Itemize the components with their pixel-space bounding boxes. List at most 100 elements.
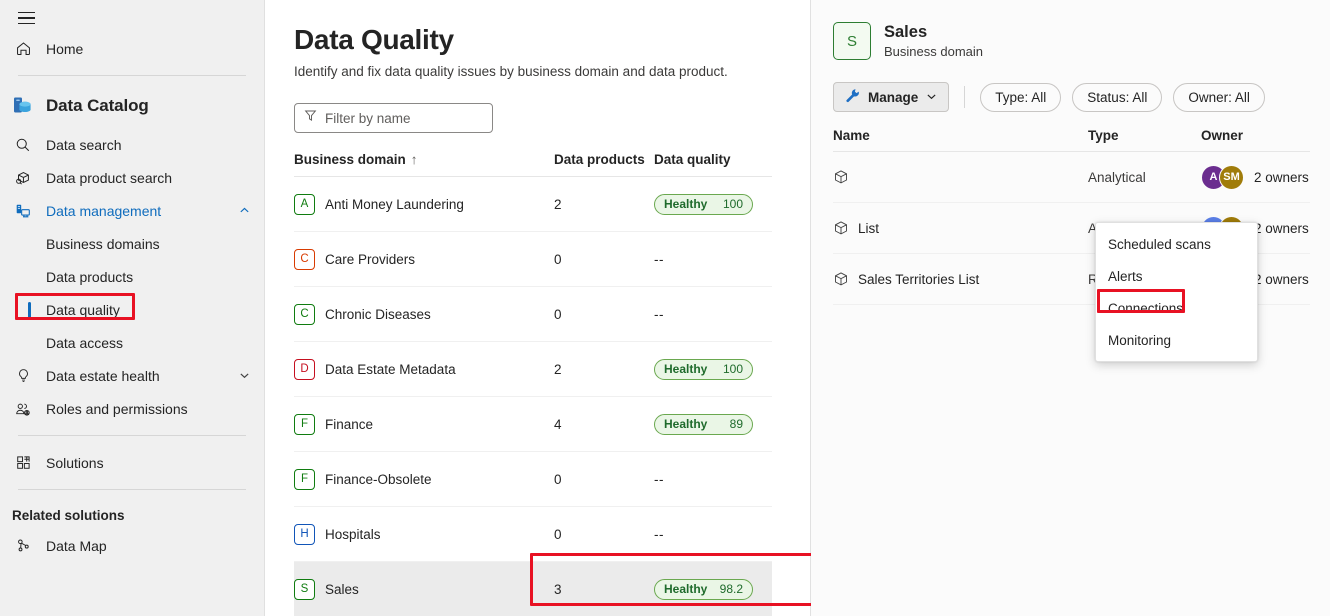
domain-avatar: D (294, 358, 315, 380)
table-row[interactable]: C Chronic Diseases 0 -- (294, 287, 772, 342)
sidebar-item-data-search[interactable]: Data search (0, 128, 264, 161)
quality-score: 100 (722, 197, 743, 211)
data-products-count: 0 (554, 251, 562, 267)
table-header-row: Business domain ↑ Data products Data qua… (294, 152, 772, 177)
domain-avatar: S (294, 578, 315, 600)
sidebar-item-data-map[interactable]: Data Map (0, 529, 264, 562)
data-quality-pane: Data Quality Identify and fix data quali… (265, 0, 1008, 616)
data-products-count: 2 (554, 361, 562, 377)
sidebar-item-data-product-search[interactable]: Data product search (0, 161, 264, 194)
table-row[interactable]: C Care Providers 0 -- (294, 232, 772, 287)
data-product-type: Analytical (1088, 169, 1146, 185)
quality-score: 89 (729, 417, 743, 431)
filter-chip-status[interactable]: Status: All (1072, 82, 1163, 112)
quality-empty: -- (654, 306, 664, 322)
sidebar-item-label: Data estate health (46, 367, 160, 384)
sidebar-divider-1 (18, 75, 246, 76)
domain-avatar: H (294, 523, 315, 545)
sidebar-item-label: Data management (46, 202, 162, 219)
domain-title: Sales (884, 23, 928, 42)
status-badge: Healthy 100 (654, 358, 753, 380)
column-header-data-quality[interactable]: Data quality (654, 152, 772, 167)
domain-name: Finance-Obsolete (325, 471, 432, 487)
sidebar-item-label: Data product search (46, 169, 173, 186)
sidebar-item-business-domains[interactable]: Business domains (0, 227, 264, 260)
sidebar-item-data-access[interactable]: Data access (0, 326, 264, 359)
sidebar-item-data-estate-health[interactable]: Data estate health (0, 359, 264, 392)
table-row[interactable]: S Sales 3 Healthy 98.2 (294, 562, 772, 616)
owner-cell: A SM 2 owners (1201, 164, 1310, 190)
sidebar-item-data-management[interactable]: Data management (0, 194, 264, 227)
table-row[interactable]: F Finance 4 Healthy 89 (294, 397, 772, 452)
quality-empty: -- (654, 526, 664, 542)
owner-count-label: 2 owners (1254, 271, 1309, 287)
search-icon (12, 135, 34, 155)
solutions-icon (12, 453, 34, 473)
page-title: Data Quality (294, 24, 454, 55)
sidebar-item-roles-and-permissions[interactable]: Roles and permissions (0, 392, 264, 425)
avatar: SM (1219, 164, 1244, 190)
domain-avatar: C (294, 303, 315, 325)
column-header-owner[interactable]: Owner (1201, 128, 1310, 143)
chevron-up-icon[interactable] (238, 205, 250, 217)
menu-item-connections[interactable]: Connections (1096, 292, 1257, 324)
filter-placeholder: Filter by name (325, 110, 411, 126)
wrench-icon (845, 88, 860, 106)
domain-avatar: F (294, 468, 315, 490)
column-header-name[interactable]: Name (833, 128, 1088, 143)
data-product-box-icon (833, 169, 849, 185)
sidebar-item-label: Business domains (46, 235, 160, 252)
app-root: Home Data Catalog Data search Data produ… (0, 0, 1330, 616)
details-toolbar: Manage Type: All Status: All Owner: All (833, 82, 1330, 112)
menu-item-scheduled-scans[interactable]: Scheduled scans (1096, 228, 1257, 260)
domain-name: Chronic Diseases (325, 306, 431, 322)
toolbar-separator (964, 86, 966, 108)
table-row[interactable]: A Anti Money Laundering 2 Healthy 100 (294, 177, 772, 232)
column-label: Business domain (294, 152, 406, 167)
domain-name: Finance (325, 416, 374, 432)
quality-score: 100 (722, 362, 743, 376)
sidebar-item-solutions[interactable]: Solutions (0, 446, 264, 479)
status-badge: Healthy 89 (654, 413, 753, 435)
manage-button[interactable]: Manage (833, 82, 950, 112)
data-management-icon (12, 201, 34, 221)
sort-ascending-icon: ↑ (410, 152, 418, 167)
column-header-data-products[interactable]: Data products (554, 152, 654, 167)
menu-item-monitoring[interactable]: Monitoring (1096, 324, 1257, 356)
chevron-down-icon[interactable] (238, 370, 250, 382)
data-product-name: Sales Territories List (858, 271, 980, 287)
filter-by-name-input[interactable]: Filter by name (294, 103, 493, 133)
data-products-count: 0 (554, 471, 562, 487)
table-row[interactable]: H Hospitals 0 -- (294, 507, 772, 562)
sidebar-item-data-products[interactable]: Data products (0, 260, 264, 293)
menu-item-label: Connections (1108, 300, 1184, 316)
menu-icon[interactable] (8, 4, 44, 32)
table-row[interactable]: D Data Estate Metadata 2 Healthy 100 (294, 342, 772, 397)
status-label: Healthy (664, 197, 708, 211)
domain-name: Sales (325, 581, 359, 597)
status-badge: Healthy 100 (654, 193, 753, 215)
table-row[interactable]: Analytical A SM 2 owners (833, 152, 1310, 203)
sidebar-item-label: Data Map (46, 537, 107, 554)
table-row[interactable]: F Finance-Obsolete 0 -- (294, 452, 772, 507)
sidebar-item-data-quality[interactable]: Data quality (0, 293, 264, 326)
sidebar-item-label: Data quality (46, 301, 120, 318)
data-catalog-icon (12, 95, 34, 117)
status-label: Healthy (664, 362, 708, 376)
quality-empty: -- (654, 251, 664, 267)
column-header-business-domain[interactable]: Business domain ↑ (294, 152, 554, 167)
chevron-down-icon (926, 90, 937, 105)
filter-chip-type[interactable]: Type: All (980, 82, 1062, 112)
menu-item-alerts[interactable]: Alerts (1096, 260, 1257, 292)
filter-chip-owner[interactable]: Owner: All (1173, 82, 1265, 112)
sidebar-item-home[interactable]: Home (0, 32, 264, 65)
sidebar-item-label: Home (46, 40, 84, 57)
owner-count-label: 2 owners (1254, 169, 1309, 185)
data-product-box-icon (833, 271, 849, 287)
data-quality-cell: Healthy 98.2 (654, 578, 772, 600)
sidebar-divider-3 (18, 489, 246, 490)
business-domain-table: Business domain ↑ Data products Data qua… (294, 152, 772, 616)
column-header-type[interactable]: Type (1088, 128, 1201, 143)
domain-subtitle: Business domain (884, 43, 983, 59)
data-product-name: List (858, 220, 880, 236)
